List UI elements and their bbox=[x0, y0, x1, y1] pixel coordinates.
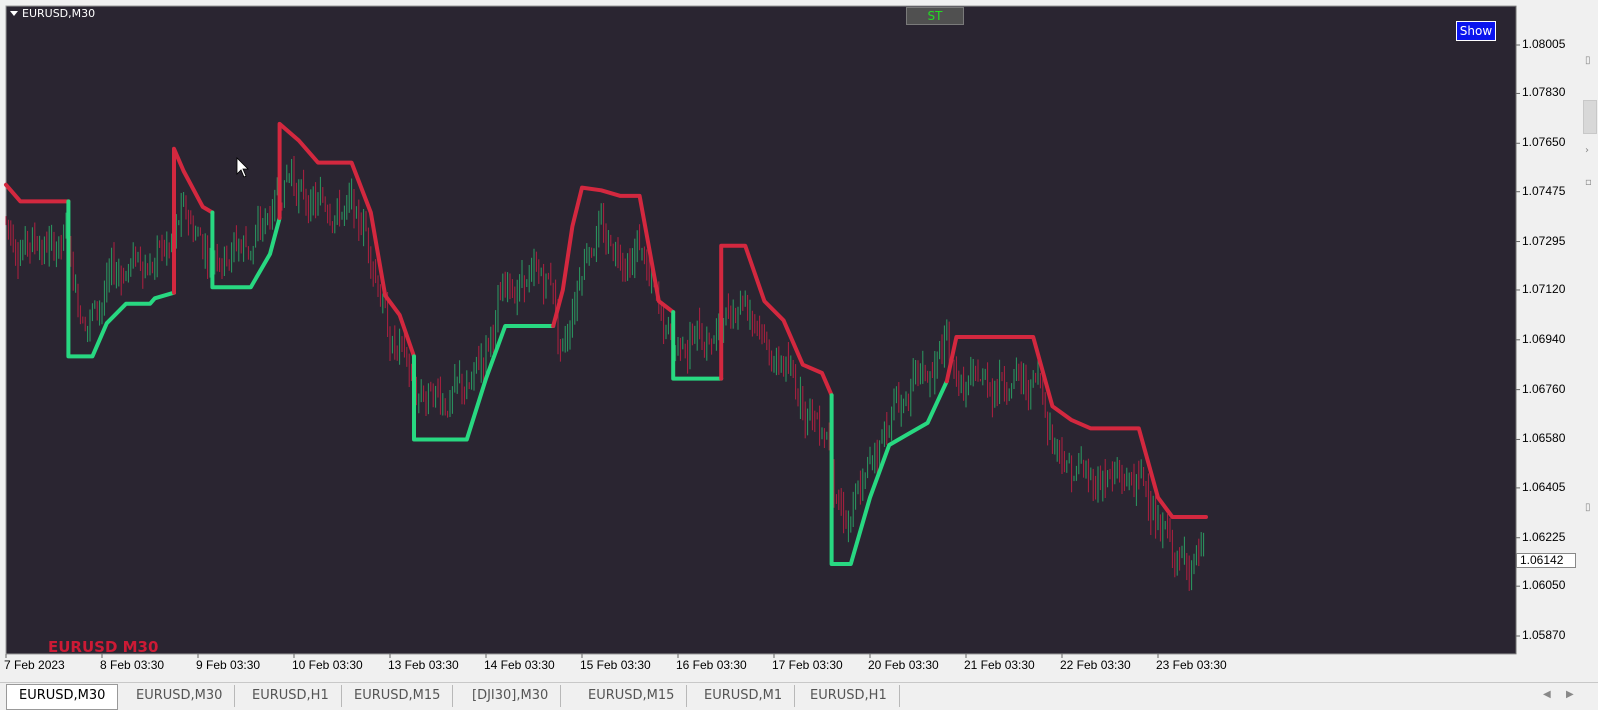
price-tick-label: 1.07295 bbox=[1522, 233, 1566, 248]
plot-area bbox=[5, 5, 1517, 655]
chevron-down-icon bbox=[10, 11, 18, 16]
time-tick-label: 15 Feb 03:30 bbox=[580, 658, 651, 672]
chart-tab[interactable]: EURUSD,M1 bbox=[692, 685, 796, 707]
price-tick-label: 1.08005 bbox=[1522, 37, 1566, 51]
price-tick-label: 1.07120 bbox=[1522, 281, 1566, 296]
chart-tab[interactable]: EURUSD,H1 bbox=[240, 685, 342, 707]
tab-scroll-right-icon[interactable]: ▶ bbox=[1566, 689, 1574, 700]
time-tick-label: 17 Feb 03:30 bbox=[772, 658, 843, 672]
price-tick-label: 1.06405 bbox=[1522, 479, 1566, 494]
chevron-right-icon[interactable]: › bbox=[1585, 145, 1589, 156]
chart-tab[interactable]: EURUSD,H1 bbox=[798, 685, 900, 707]
time-tick-label: 20 Feb 03:30 bbox=[868, 658, 939, 672]
price-tick-label: 1.06940 bbox=[1522, 331, 1566, 346]
symbol-menu[interactable]: EURUSD,M30 bbox=[10, 7, 95, 20]
price-chart[interactable] bbox=[0, 0, 1580, 682]
time-tick-label: 10 Feb 03:30 bbox=[292, 658, 363, 672]
vertical-scrollbar[interactable]: ▯ › ▫ ▯ bbox=[1580, 0, 1598, 682]
time-tick-label: 21 Feb 03:30 bbox=[964, 658, 1035, 672]
price-tick-label: 1.06760 bbox=[1522, 381, 1566, 396]
time-tick-label: 14 Feb 03:30 bbox=[484, 658, 555, 672]
chart-tab[interactable]: [DJI30],M30 bbox=[460, 685, 562, 707]
chart-tab[interactable]: EURUSD,M30 bbox=[124, 685, 236, 707]
scroll-mark-icon: ▯ bbox=[1585, 502, 1591, 513]
chart-tab[interactable]: EURUSD,M15 bbox=[576, 685, 688, 707]
current-price-label: 1.06142 bbox=[1516, 553, 1576, 568]
scroll-thumb[interactable] bbox=[1583, 100, 1597, 134]
window-icon[interactable]: ▫ bbox=[1585, 177, 1592, 188]
time-tick-label: 7 Feb 2023 bbox=[4, 658, 65, 672]
time-tick-label: 23 Feb 03:30 bbox=[1156, 658, 1227, 672]
price-tick-label: 1.06225 bbox=[1522, 529, 1566, 544]
price-tick-label: 1.07650 bbox=[1522, 135, 1566, 150]
show-button[interactable]: Show bbox=[1456, 21, 1496, 41]
chart-tab[interactable]: EURUSD,M15 bbox=[342, 685, 454, 707]
chart-tab[interactable]: EURUSD,M30 bbox=[6, 684, 119, 710]
chart-watermark: EURUSD M30 bbox=[48, 638, 159, 656]
price-tick-label: 1.07475 bbox=[1522, 183, 1566, 198]
price-tick-label: 1.06050 bbox=[1522, 578, 1566, 593]
time-tick-label: 16 Feb 03:30 bbox=[676, 658, 747, 672]
scroll-mark-icon: ▯ bbox=[1585, 55, 1591, 66]
time-tick-label: 9 Feb 03:30 bbox=[196, 658, 261, 672]
st-button[interactable]: ST bbox=[906, 7, 964, 25]
time-tick-label: 22 Feb 03:30 bbox=[1060, 658, 1131, 672]
tab-scroll-left-icon[interactable]: ◀ bbox=[1543, 689, 1551, 700]
price-tick-label: 1.07830 bbox=[1522, 85, 1566, 100]
price-tick-label: 1.06580 bbox=[1522, 431, 1566, 446]
time-tick-label: 13 Feb 03:30 bbox=[388, 658, 459, 672]
time-tick-label: 8 Feb 03:30 bbox=[100, 658, 165, 672]
price-tick-label: 1.05870 bbox=[1522, 628, 1566, 642]
chart-tab-bar: EURUSD,M30 EURUSD,M30 EURUSD,H1 EURUSD,M15[… bbox=[0, 682, 1598, 710]
symbol-label: EURUSD,M30 bbox=[22, 7, 96, 20]
